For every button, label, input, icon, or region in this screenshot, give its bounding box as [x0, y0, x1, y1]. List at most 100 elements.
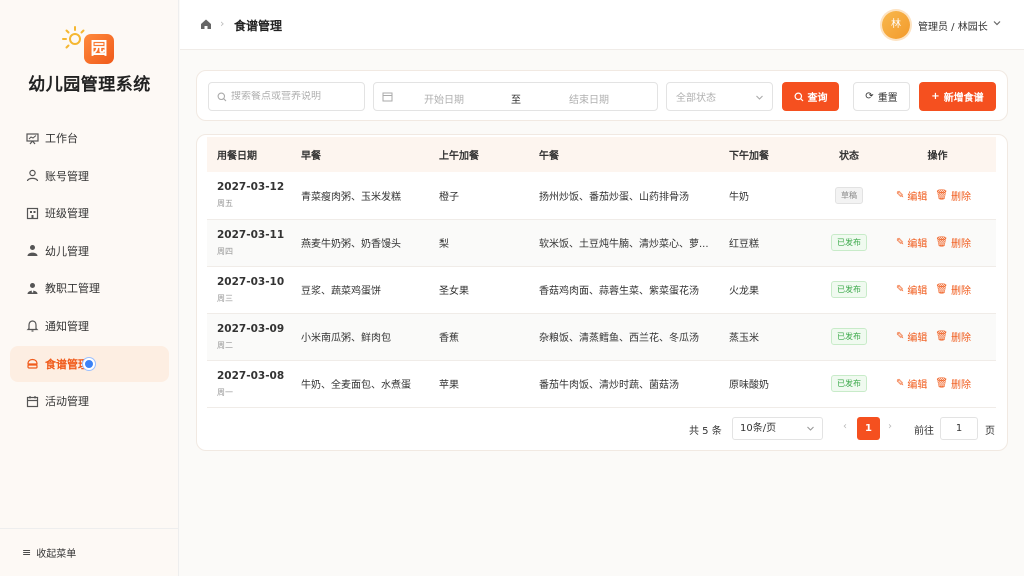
edit-label: 编辑 — [907, 191, 928, 203]
edit-button[interactable]: ✎ 编辑 — [896, 376, 927, 391]
sidebar-item-label: 工作台 — [45, 132, 78, 145]
afternoon-snack-cell: 蒸玉米 — [729, 333, 759, 344]
edit-label: 编辑 — [907, 239, 928, 250]
delete-button[interactable]: 🗑 删除 — [935, 188, 971, 203]
sidebar-item-label: 幼儿管理 — [45, 244, 89, 258]
table-header-row: 用餐日期 早餐 上午加餐 午餐 下午加餐 状态 操作 — [207, 137, 996, 172]
sidebar-item-classes[interactable]: 班级管理 — [10, 195, 169, 231]
user-name[interactable]: 管理员 / 林园长 — [918, 18, 988, 33]
edit-button[interactable]: ✎ 编辑 — [896, 329, 927, 344]
end-date-input[interactable]: 结束日期 — [569, 91, 609, 106]
delete-label: 删除 — [951, 333, 972, 344]
lunch-cell: 扬州炒饭、番茄炒蛋、山药排骨汤 — [539, 191, 689, 203]
date-range-picker[interactable]: 开始日期 至 结束日期 — [373, 82, 658, 111]
edit-button[interactable]: ✎ 编辑 — [896, 282, 927, 297]
morning-snack-cell: 苹果 — [439, 380, 459, 391]
delete-button[interactable]: 🗑 删除 — [935, 282, 971, 297]
edit-button[interactable]: ✎ 编辑 — [896, 188, 927, 203]
status-badge: 已发布 — [831, 328, 867, 345]
sidebar-item-dashboard[interactable]: 工作台 — [10, 120, 169, 156]
bell-icon — [26, 319, 39, 333]
edit-button[interactable]: ✎ 编辑 — [896, 235, 927, 250]
delete-label: 删除 — [951, 191, 972, 203]
recipe-table: 用餐日期 早餐 上午加餐 午餐 下午加餐 状态 操作 2027-03-12 周五 … — [207, 137, 996, 408]
column-header: 早餐 — [301, 151, 321, 162]
range-separator: 至 — [511, 95, 521, 106]
app-title: 幼儿园管理系统 — [28, 75, 151, 95]
sidebar-item-label: 账号管理 — [45, 169, 89, 183]
status-badge: 已发布 — [831, 234, 867, 251]
sidebar-item-recipes[interactable]: 食谱管理 — [10, 345, 169, 382]
afternoon-snack-cell: 火龙果 — [729, 286, 759, 297]
breakfast-cell: 燕麦牛奶粥、奶香馒头 — [301, 239, 401, 250]
trash-icon: 🗑 — [935, 189, 949, 201]
edit-label: 编辑 — [907, 380, 928, 391]
status-badge: 草稿 — [835, 186, 863, 204]
menu-icon: ≡ — [22, 546, 32, 559]
table-row: 2027-03-08 周一 牛奶、全麦面包、水煮蛋 苹果 番茄牛肉饭、清炒时蔬、菌… — [207, 360, 996, 407]
trash-icon: 🗑 — [935, 331, 949, 342]
weekday: 周三 — [217, 293, 233, 303]
column-header: 下午加餐 — [729, 151, 769, 162]
column-header: 状态 — [839, 151, 859, 162]
edit-label: 编辑 — [907, 333, 928, 344]
next-page-button[interactable]: › — [888, 421, 892, 432]
chevron-down-icon — [807, 426, 814, 431]
collapse-label: 收起菜单 — [36, 549, 77, 560]
search-input[interactable] — [231, 91, 361, 102]
start-date-input[interactable]: 开始日期 — [424, 91, 464, 106]
chevron-down-icon[interactable] — [992, 18, 1002, 28]
delete-button[interactable]: 🗑 删除 — [935, 235, 971, 250]
status-badge: 已发布 — [831, 281, 867, 298]
calendar-icon — [382, 92, 393, 102]
edit-icon: ✎ — [895, 284, 905, 295]
page-size-value: 10条/页 — [740, 423, 777, 434]
chevron-down-icon — [756, 95, 763, 100]
sidebar-item-label: 教职工管理 — [45, 282, 100, 296]
weekday: 周四 — [217, 246, 233, 256]
lunch-cell: 软米饭、土豆炖牛腩、清炒菜心、萝... — [539, 239, 709, 250]
brand: 园 幼儿园管理系统 — [0, 22, 179, 102]
sidebar-item-children[interactable]: 幼儿管理 — [10, 233, 169, 269]
sidebar-item-activities[interactable]: 活动管理 — [10, 383, 169, 419]
morning-snack-cell: 香蕉 — [439, 333, 459, 344]
avatar[interactable]: 林 — [882, 11, 910, 39]
edit-label: 编辑 — [907, 286, 928, 297]
sidebar-item-staff[interactable]: 教职工管理 — [10, 270, 169, 306]
sidebar-menu: 工作台 账号管理 班级管理 幼儿管理 教职工管理 通知管理 食谱管理 活动管理 — [10, 120, 169, 421]
morning-snack-cell: 橙子 — [439, 191, 459, 203]
collapse-menu-button[interactable]: ≡ 收起菜单 — [0, 528, 179, 576]
food-icon — [26, 357, 39, 370]
breakfast-cell: 牛奶、全麦面包、水煮蛋 — [301, 380, 411, 391]
page-unit-label: 页 — [985, 426, 995, 437]
meal-date: 2027-03-10 — [217, 275, 285, 288]
goto-page-input[interactable] — [940, 417, 978, 440]
logo-badge: 园 — [84, 34, 114, 64]
goto-label: 前往 — [914, 426, 934, 437]
status-select[interactable]: 全部状态 — [666, 82, 773, 111]
meal-date: 2027-03-09 — [217, 322, 285, 335]
reset-button[interactable]: ⟳ 重置 — [853, 82, 910, 111]
sidebar-item-accounts[interactable]: 账号管理 — [10, 158, 169, 194]
meal-date: 2027-03-08 — [217, 369, 285, 382]
delete-button[interactable]: 🗑 删除 — [935, 376, 971, 391]
add-recipe-button[interactable]: + 新增食谱 — [919, 82, 996, 111]
breadcrumb-separator: › — [220, 17, 225, 30]
plus-icon: + — [931, 91, 940, 102]
building-icon — [26, 207, 39, 220]
page-number-current[interactable]: 1 — [857, 417, 880, 440]
prev-page-button[interactable]: ‹ — [843, 421, 847, 432]
top-header: › 食谱管理 林 管理员 / 林园长 — [180, 0, 1024, 50]
sidebar: 园 幼儿园管理系统 工作台 账号管理 班级管理 幼儿管理 教职工管理 通知管理 — [0, 0, 179, 576]
page-size-select[interactable]: 10条/页 — [732, 417, 823, 440]
home-icon[interactable] — [200, 18, 212, 30]
delete-button[interactable]: 🗑 删除 — [935, 329, 971, 344]
status-badge: 已发布 — [831, 375, 867, 392]
status-select-value: 全部状态 — [676, 93, 716, 104]
user-icon — [26, 169, 39, 182]
query-button[interactable]: 查询 — [782, 82, 839, 111]
search-field[interactable] — [208, 82, 365, 111]
sidebar-item-notifications[interactable]: 通知管理 — [10, 308, 169, 344]
weekday: 周五 — [217, 199, 233, 209]
meal-date: 2027-03-11 — [217, 228, 285, 241]
